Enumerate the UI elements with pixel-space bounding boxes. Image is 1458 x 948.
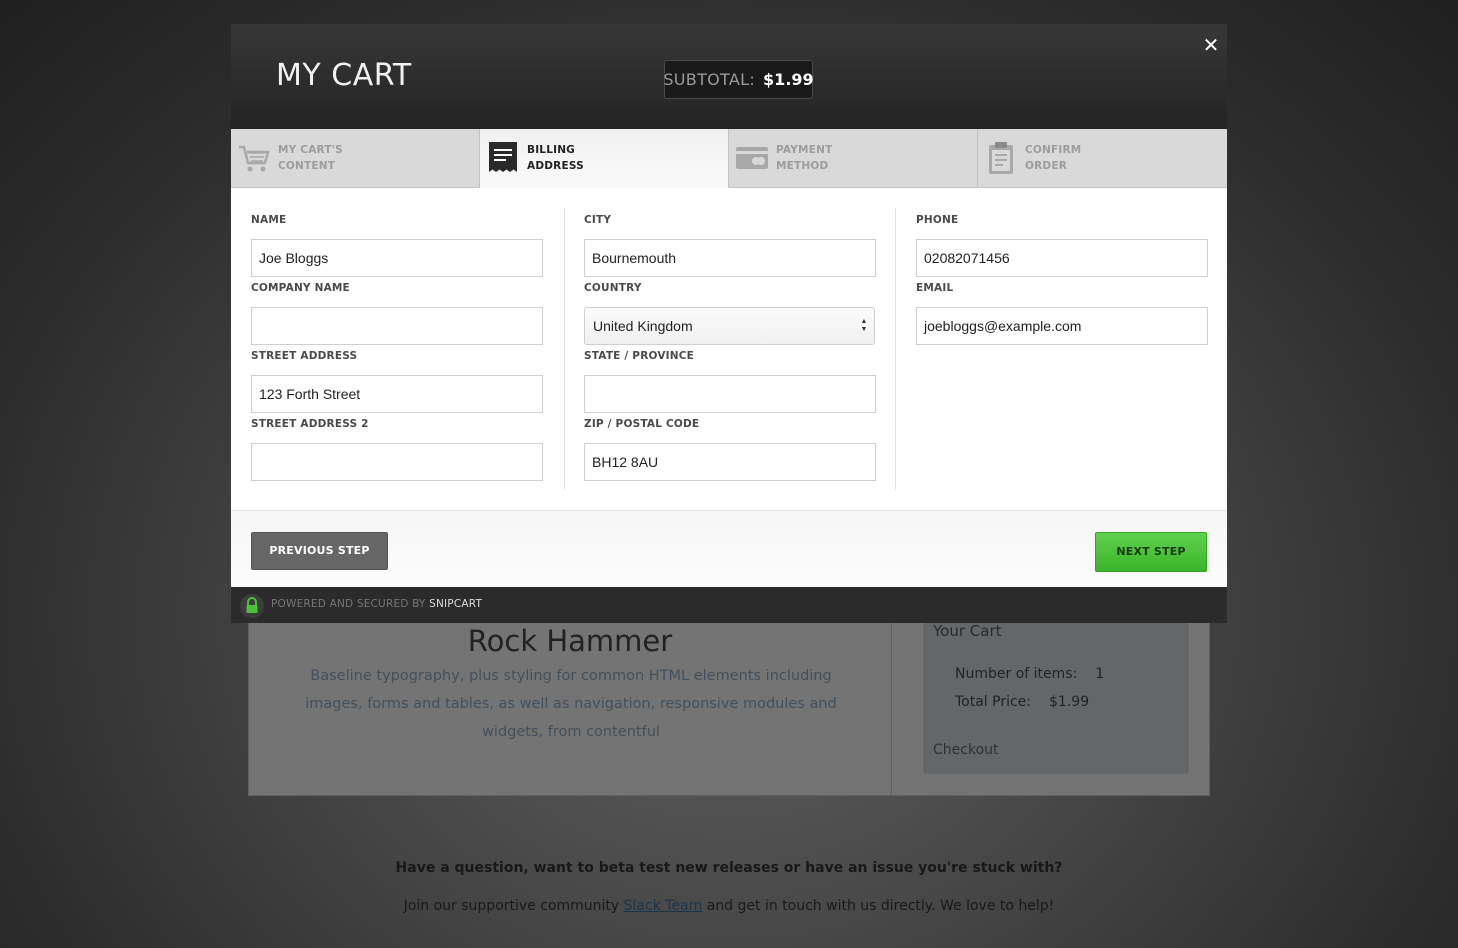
cart-modal: MY CART SUBTOTAL: $1.99 ✕ MY CART'S CONTE… [231,24,1227,623]
step-confirm-order[interactable]: CONFIRM ORDER [978,129,1227,188]
lock-icon-wrap [240,594,264,618]
column-divider [564,208,565,490]
close-icon[interactable]: ✕ [1201,34,1221,56]
company-label: COMPANY NAME [251,282,350,294]
street2-field-group: STREET ADDRESS 2 [251,412,543,481]
zip-input[interactable]: BH12 8AU [584,443,876,481]
city-field-group: CITY Bournemouth [584,208,876,277]
column-divider [895,208,896,490]
email-input[interactable]: joebloggs@example.com [916,307,1208,345]
previous-step-button[interactable]: PREVIOUS STEP [251,532,388,570]
form-column-1: NAME Joe Bloggs COMPANY NAME STREET ADDR… [251,208,543,481]
billing-form: NAME Joe Bloggs COMPANY NAME STREET ADDR… [231,188,1227,511]
cart-icon [239,145,270,172]
step-billing-label: BILLING ADDRESS [527,144,584,172]
cart-summary-panel: Your Cart Number of items: 1 Total Price:… [923,600,1189,774]
street-label: STREET ADDRESS [251,350,358,362]
items-value: 1 [1095,666,1105,682]
total-value: $1.99 [1049,694,1090,710]
country-selected-value: United Kingdom [593,318,693,334]
join-text: Join our supportive community Slack Team… [0,898,1458,914]
state-input[interactable] [584,375,876,413]
subtotal-value: $1.99 [763,70,814,89]
street-field-group: STREET ADDRESS 123 Forth Street [251,344,543,413]
checkout-link[interactable]: Checkout [933,742,999,758]
step-payment-method[interactable]: PAYMENT METHOD [729,129,978,188]
checkout-steps: MY CART'S CONTENT BILLING ADDRESS PAYMENT M… [231,129,1227,188]
email-label: EMAIL [916,282,954,294]
total-row: Total Price: $1.99 [955,694,1089,710]
credit-card-icon [736,147,768,169]
country-field-group: COUNTRY United Kingdom ▲ ▼ [584,276,876,345]
step-cart-label: MY CART'S CONTENT [278,144,343,172]
zip-field-group: ZIP / POSTAL CODE BH12 8AU [584,412,876,481]
city-input[interactable]: Bournemouth [584,239,876,277]
city-label: CITY [584,214,612,226]
product-title: Rock Hammer [467,624,673,658]
step-billing-address[interactable]: BILLING ADDRESS [480,129,729,188]
step-payment-label: PAYMENT METHOD [776,144,833,172]
country-label: COUNTRY [584,282,642,294]
state-label: STATE / PROVINCE [584,350,695,362]
question-text: Have a question, want to beta test new r… [395,860,1063,876]
product-description: Baseline typography, plus styling for co… [305,668,837,740]
phone-label: PHONE [916,214,959,226]
card-divider [891,600,892,796]
street-input[interactable]: 123 Forth Street [251,375,543,413]
form-column-3: PHONE 02082071456 EMAIL joebloggs@exampl… [916,208,1208,345]
phone-field-group: PHONE 02082071456 [916,208,1208,277]
clipboard-icon [989,142,1013,174]
step-cart-content[interactable]: MY CART'S CONTENT [231,129,480,188]
product-card: Rock Hammer Baseline typography, plus st… [248,600,1210,796]
receipt-icon [489,142,517,172]
total-label: Total Price: [955,694,1032,710]
subtotal-box: SUBTOTAL: $1.99 [663,60,814,99]
company-input[interactable] [251,307,543,345]
modal-footer: PREVIOUS STEP NEXT STEP [231,511,1227,587]
modal-title: MY CART [276,58,412,93]
join-prefix: Join our supportive community [403,898,620,914]
street2-input[interactable] [251,443,543,481]
powered-prefix: POWERED AND SECURED BY [271,598,426,610]
state-field-group: STATE / PROVINCE [584,344,876,413]
company-field-group: COMPANY NAME [251,276,543,345]
join-suffix: and get in touch with us directly. We lo… [706,898,1055,914]
lock-icon [246,597,258,613]
country-select[interactable]: United Kingdom ▲ ▼ [584,307,875,345]
subtotal-label: SUBTOTAL: [663,70,756,89]
slack-team-link[interactable]: Slack Team [624,898,703,914]
powered-by-bar: POWERED AND SECURED BY SNIPCART [231,587,1227,623]
phone-input[interactable]: 02082071456 [916,239,1208,277]
name-field-group: NAME Joe Bloggs [251,208,543,277]
cart-summary-title: Your Cart [933,622,1002,640]
form-column-2: CITY Bournemouth COUNTRY United Kingdom … [584,208,876,481]
modal-header: MY CART SUBTOTAL: $1.99 ✕ [231,24,1227,129]
step-confirm-label: CONFIRM ORDER [1025,144,1082,172]
zip-label: ZIP / POSTAL CODE [584,418,700,430]
items-row: Number of items: 1 [955,666,1104,682]
powered-text: POWERED AND SECURED BY SNIPCART [271,598,482,610]
next-step-button[interactable]: NEXT STEP [1095,532,1207,572]
name-label: NAME [251,214,287,226]
items-label: Number of items: [955,666,1078,682]
email-field-group: EMAIL joebloggs@example.com [916,276,1208,345]
name-input[interactable]: Joe Bloggs [251,239,543,277]
street2-label: STREET ADDRESS 2 [251,418,369,430]
powered-brand[interactable]: SNIPCART [429,598,482,610]
select-arrows-icon: ▲ ▼ [860,318,868,333]
